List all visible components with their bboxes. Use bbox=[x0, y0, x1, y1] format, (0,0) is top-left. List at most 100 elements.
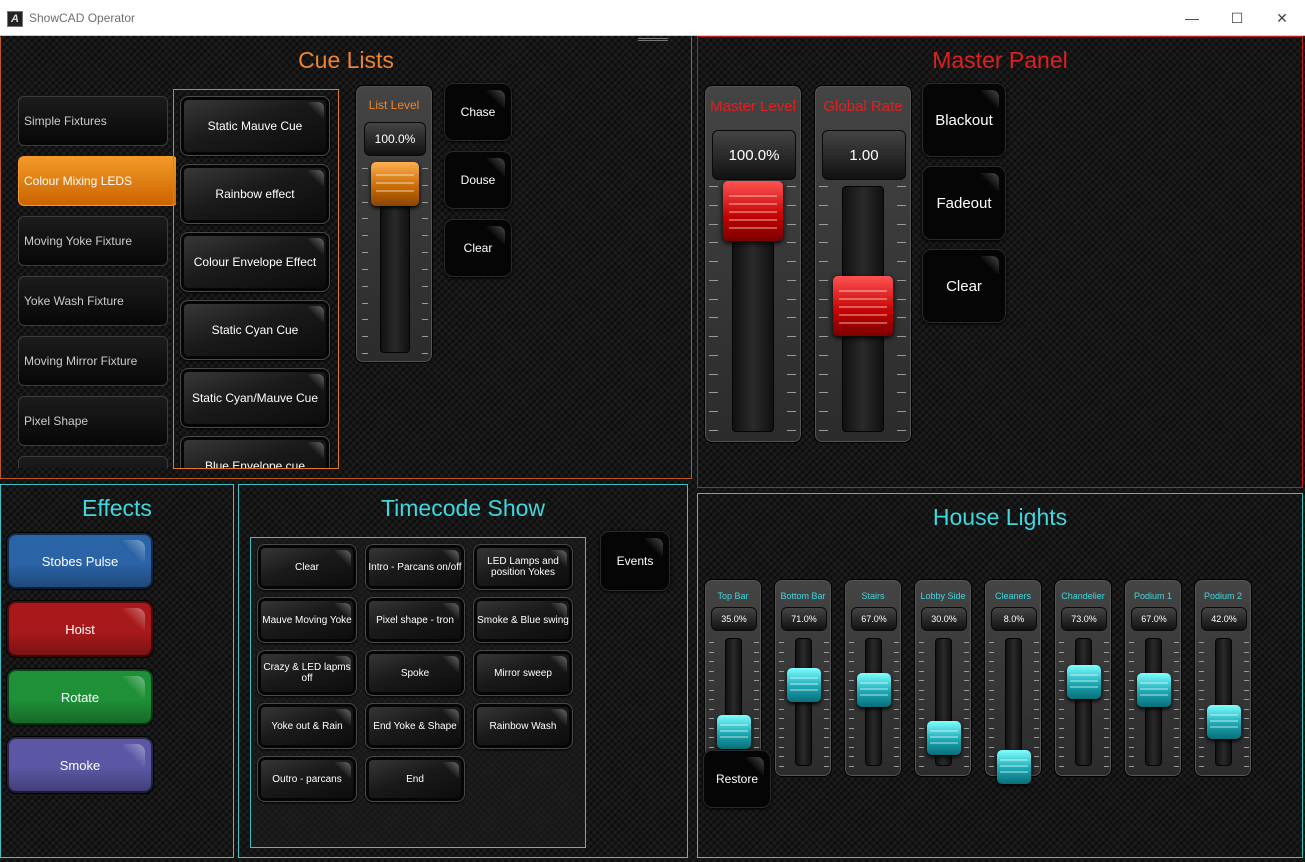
timecode-cue-button[interactable]: Smoke & Blue swing bbox=[473, 597, 573, 643]
timecode-cue-button[interactable]: Spoke bbox=[365, 650, 465, 696]
fader-tick bbox=[1244, 737, 1249, 739]
fader-thumb[interactable] bbox=[1067, 665, 1101, 700]
fader-tick bbox=[919, 766, 924, 767]
fader-tick bbox=[849, 689, 854, 691]
fader-tick bbox=[1199, 680, 1204, 682]
house-light-fader: Chandelier 73.0% bbox=[1054, 579, 1112, 777]
list-item-selected[interactable]: Colour Mixing LEDS bbox=[18, 156, 176, 206]
fader-tick bbox=[754, 642, 759, 643]
timecode-cue-button[interactable]: Outro - parcans bbox=[257, 756, 357, 802]
effect-button-hoist[interactable]: Hoist bbox=[6, 600, 154, 658]
effect-button-rotate[interactable]: Rotate bbox=[6, 668, 154, 726]
fader-tick bbox=[989, 766, 994, 767]
fader-tick bbox=[754, 689, 759, 691]
timecode-cue-button[interactable]: Mauve Moving Yoke bbox=[257, 597, 357, 643]
fader-tick bbox=[709, 689, 714, 691]
fader-thumb[interactable] bbox=[833, 276, 893, 336]
clear-cue-button[interactable]: Clear bbox=[444, 219, 512, 277]
minimize-button[interactable]: — bbox=[1169, 0, 1215, 36]
fader-thumb[interactable] bbox=[1137, 672, 1171, 707]
fader-tick bbox=[819, 186, 828, 187]
timecode-cue-button[interactable]: Pixel shape - tron bbox=[365, 597, 465, 643]
fader-track[interactable] bbox=[1005, 638, 1022, 766]
fader-tick bbox=[1104, 718, 1109, 720]
timecode-cue-button[interactable]: End Yoke & Shape bbox=[365, 703, 465, 749]
fader-tick bbox=[964, 756, 969, 758]
cue-button[interactable]: Rainbow effect bbox=[180, 164, 330, 224]
timecode-cue-button[interactable]: End bbox=[365, 756, 465, 802]
fader-tick bbox=[362, 235, 368, 237]
fader-track[interactable] bbox=[1075, 638, 1092, 766]
fader-tick bbox=[709, 727, 714, 729]
fader-tick bbox=[1199, 746, 1204, 748]
fader-thumb[interactable] bbox=[717, 714, 751, 749]
blackout-button[interactable]: Blackout bbox=[922, 83, 1006, 157]
fader-tick bbox=[849, 680, 854, 682]
effect-button-strobes-pulse[interactable]: Stobes Pulse bbox=[6, 532, 154, 590]
fader-tick bbox=[1104, 766, 1109, 767]
restore-button[interactable]: Restore bbox=[703, 750, 771, 808]
fader-tick bbox=[1059, 756, 1064, 758]
fader-tick bbox=[1129, 670, 1134, 672]
list-item[interactable]: Simple Fixtures bbox=[18, 96, 168, 146]
fader-thumb[interactable] bbox=[927, 721, 961, 755]
maximize-button[interactable]: ☐ bbox=[1214, 0, 1260, 36]
list-item[interactable]: Moving Mirror Fixture bbox=[18, 336, 168, 386]
fader-tick bbox=[1104, 661, 1109, 663]
cue-button[interactable]: Static Cyan/Mauve Cue bbox=[180, 368, 330, 428]
fader-track[interactable] bbox=[1215, 638, 1232, 766]
timecode-cue-button[interactable]: Yoke out & Rain bbox=[257, 703, 357, 749]
fader-tick bbox=[989, 718, 994, 720]
fader-tick bbox=[779, 737, 784, 739]
timecode-cue-button[interactable]: Mirror sweep bbox=[473, 650, 573, 696]
fader-thumb[interactable] bbox=[371, 162, 419, 206]
timecode-cue-button[interactable]: Crazy & LED lapms off bbox=[257, 650, 357, 696]
timecode-cue-button[interactable]: Rainbow Wash bbox=[473, 703, 573, 749]
fader-tick bbox=[1174, 737, 1179, 739]
fadeout-button[interactable]: Fadeout bbox=[922, 166, 1006, 240]
timecode-cue-button[interactable]: Intro - Parcans on/off bbox=[365, 544, 465, 590]
fader-track[interactable] bbox=[795, 638, 812, 766]
fader-thumb[interactable] bbox=[997, 749, 1031, 784]
fader-tick bbox=[1199, 661, 1204, 663]
fader-tick bbox=[362, 268, 368, 270]
fader-tick bbox=[1129, 699, 1134, 701]
fader-tick bbox=[1244, 756, 1249, 758]
fader-tick bbox=[824, 642, 829, 643]
list-item[interactable]: Pixel Shape bbox=[18, 396, 168, 446]
fader-tick bbox=[897, 336, 906, 338]
fader-tick bbox=[897, 279, 906, 281]
cue-button[interactable]: Blue Envelope cue bbox=[180, 436, 330, 468]
fader-thumb[interactable] bbox=[723, 181, 783, 241]
cue-button[interactable]: Static Mauve Cue bbox=[180, 96, 330, 156]
events-button[interactable]: Events bbox=[600, 531, 670, 591]
clear-master-button[interactable]: Clear bbox=[922, 249, 1006, 323]
fader-tick bbox=[1059, 737, 1064, 739]
fader-tick bbox=[919, 699, 924, 701]
fader-thumb[interactable] bbox=[1207, 705, 1241, 740]
fader-tick bbox=[849, 737, 854, 739]
timecode-cue-button[interactable]: LED Lamps and position Yokes bbox=[473, 544, 573, 590]
fader-tick bbox=[754, 661, 759, 663]
fader-tick bbox=[1174, 680, 1179, 682]
fader-tick bbox=[1199, 766, 1204, 767]
timecode-cue-button[interactable]: Clear bbox=[257, 544, 357, 590]
fader-tick bbox=[779, 699, 784, 701]
house-light-fader: Lobby Side 30.0% bbox=[914, 579, 972, 777]
chase-button[interactable]: Chase bbox=[444, 83, 512, 141]
fader-thumb[interactable] bbox=[857, 672, 891, 707]
list-item[interactable]: Moving Yoke Fixture bbox=[18, 216, 168, 266]
cue-button[interactable]: Colour Envelope Effect bbox=[180, 232, 330, 292]
fader-thumb[interactable] bbox=[787, 667, 821, 702]
cue-button[interactable]: Static Cyan Cue bbox=[180, 300, 330, 360]
fader-tick bbox=[1034, 642, 1039, 643]
list-item[interactable]: Yoke Wash Fixture bbox=[18, 276, 168, 326]
douse-button[interactable]: Douse bbox=[444, 151, 512, 209]
fader-tick bbox=[894, 642, 899, 643]
fader-tick bbox=[779, 661, 784, 663]
effect-button-smoke[interactable]: Smoke bbox=[6, 736, 154, 794]
list-item[interactable] bbox=[18, 456, 168, 468]
close-button[interactable]: ✕ bbox=[1259, 0, 1305, 36]
fader-tick bbox=[919, 642, 924, 643]
house-light-fader: Podium 2 42.0% bbox=[1194, 579, 1252, 777]
